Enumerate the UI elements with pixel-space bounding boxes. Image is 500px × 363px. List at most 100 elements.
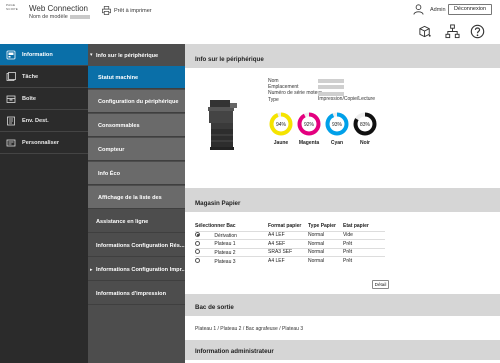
tray-name: Plateau 2 (214, 249, 236, 256)
tray-type: Normal (308, 239, 343, 248)
tray-format: SRA3 SEF (268, 247, 308, 257)
output-tray-title-label: Bac de sortie (195, 304, 234, 311)
tray-radio[interactable] (195, 240, 200, 246)
info-icon (6, 50, 16, 60)
submenu-item-label: Consommables (98, 123, 140, 129)
user-name: Admin (430, 7, 446, 13)
tray-state: Vide (343, 230, 385, 240)
printer-status-text: Prêt à imprimer (114, 8, 152, 14)
submenu-header[interactable]: ▾ Info sur le périphérique (88, 44, 185, 66)
nav-item-label: Tâche (22, 74, 39, 80)
toner-gauge-yellow: 94% (269, 112, 293, 136)
toner-cyan: 93% Cyan (323, 112, 351, 146)
column-header: Type Papier (308, 223, 336, 230)
toner-gauge-black: 83% (353, 112, 377, 136)
customize-icon (6, 139, 16, 147)
submenu-item-device-config[interactable]: Configuration du périphérique (88, 90, 185, 113)
submenu-item-label: Assistance en ligne (96, 219, 149, 225)
label-type: Type (268, 96, 279, 103)
toner-gauge-cyan: 93% (325, 112, 349, 136)
column-header: Format papier (268, 223, 302, 230)
printer-icon (102, 6, 111, 15)
nav-item-label: Personnaliser (22, 140, 59, 146)
submenu: ▾ Info sur le périphérique Statut machin… (88, 44, 187, 363)
submenu-item-consumables[interactable]: Consommables (88, 114, 185, 137)
admin-info-title: Information administrateur (185, 340, 500, 360)
logout-button[interactable]: Déconnexion (448, 4, 492, 15)
toner-name: Noir (360, 140, 370, 146)
main-nav: Information Tâche Boîte Env. Dest. Perso… (0, 44, 88, 363)
network-button[interactable] (445, 24, 460, 41)
toner-percent: 92% (304, 122, 315, 128)
box-icon (6, 95, 16, 103)
box-search-button[interactable] (418, 24, 433, 41)
tray-type: Normal (308, 256, 343, 265)
tray-radio[interactable] (195, 258, 200, 263)
device-info-title: Info sur le périphérique (185, 48, 500, 68)
detail-button[interactable]: Détail (372, 280, 389, 289)
nav-item-customize[interactable]: Personnaliser (0, 132, 88, 154)
table-row: Dérivation A4 LEF Normal Vide (195, 230, 385, 240)
nav-item-box[interactable]: Boîte (0, 88, 88, 110)
tray-select-cell: Plateau 1 (195, 239, 268, 248)
submenu-item-print-info[interactable]: Informations d'impression (88, 282, 185, 305)
submenu-item-printer-config[interactable]: ▸ Informations Configuration Impr... (88, 258, 187, 281)
tray-type: Normal (308, 247, 343, 257)
box-search-icon (419, 25, 431, 38)
tray-format: A4 LEF (268, 256, 308, 265)
address-icon (7, 116, 15, 126)
submenu-item-network-config[interactable]: Informations Configuration Rés... (88, 234, 185, 257)
submenu-item-label: Statut machine (98, 75, 139, 81)
toner-percent: 83% (360, 122, 371, 128)
tray-type: Normal (308, 230, 343, 240)
toner-name: Magenta (298, 140, 320, 146)
tray-radio[interactable] (195, 249, 200, 255)
output-tray-value: Plateau 1 / Plateau 2 / Bac agrafeuse / … (195, 326, 304, 332)
device-info-title-label: Info sur le périphérique (195, 56, 264, 63)
submenu-item-label: Info Éco (98, 171, 121, 177)
toner-name: Jaune (273, 140, 289, 146)
tray-format: A4 SEF (268, 239, 308, 248)
network-icon (445, 24, 460, 39)
tray-state: Prêt (343, 256, 385, 265)
column-header: Etat papier (343, 223, 369, 230)
submenu-item-machine-status[interactable]: Statut machine (88, 66, 185, 89)
toner-gauge-magenta: 92% (297, 112, 321, 136)
main-content: Info sur le périphérique Nom Emplacement… (185, 44, 500, 363)
submenu-item-list-display[interactable]: Affichage de la liste des (88, 186, 185, 209)
tray-select-cell: Dérivation (195, 230, 268, 240)
table-row: Plateau 2 SRA3 SEF Normal Prêt (195, 247, 385, 257)
nav-item-information[interactable]: Information (0, 44, 88, 66)
submenu-item-online-help[interactable]: Assistance en ligne (88, 210, 185, 233)
model-value (70, 15, 90, 19)
tray-format: A4 LEF (268, 230, 308, 240)
toner-name: Cyan (330, 140, 344, 146)
tray-name: Dérivation (214, 232, 237, 239)
nav-item-label: Env. Dest. (22, 118, 49, 124)
nav-item-address[interactable]: Env. Dest. (0, 110, 88, 132)
submenu-header-label: Info sur le périphérique (96, 53, 159, 59)
submenu-item-counter[interactable]: Compteur (88, 138, 185, 161)
caret-right-icon: ▸ (90, 267, 93, 273)
job-icon (6, 72, 16, 81)
submenu-item-eco-info[interactable]: Info Éco (88, 162, 185, 185)
submenu-item-label: Informations Configuration Impr... (96, 267, 187, 273)
nav-item-job[interactable]: Tâche (0, 66, 88, 88)
help-button[interactable] (470, 24, 485, 41)
logo: PAGE SCOPE (6, 3, 26, 18)
app-title: Web Connection (29, 4, 88, 13)
tray-state: Prêt (343, 239, 385, 248)
label-serial: Numéro de série moteur (268, 90, 322, 97)
toner-percent: 94% (276, 122, 287, 128)
tray-select-cell: Plateau 2 (195, 247, 268, 257)
tray-radio[interactable] (195, 232, 200, 238)
paper-tray-table: Sélectionner Bac Format papier Type Papi… (195, 223, 385, 265)
device-labels: Nom Emplacement Numéro de série moteur T… (268, 78, 322, 103)
tray-name: Plateau 3 (214, 258, 236, 265)
device-name-value (318, 79, 344, 83)
submenu-item-label: Compteur (98, 147, 125, 153)
paper-tray-title-label: Magasin Papier (195, 200, 241, 207)
toner-yellow: 94% Jaune (267, 112, 295, 146)
nav-item-label: Boîte (22, 96, 36, 102)
table-row: Plateau 3 A4 LEF Normal Prêt (195, 256, 385, 265)
